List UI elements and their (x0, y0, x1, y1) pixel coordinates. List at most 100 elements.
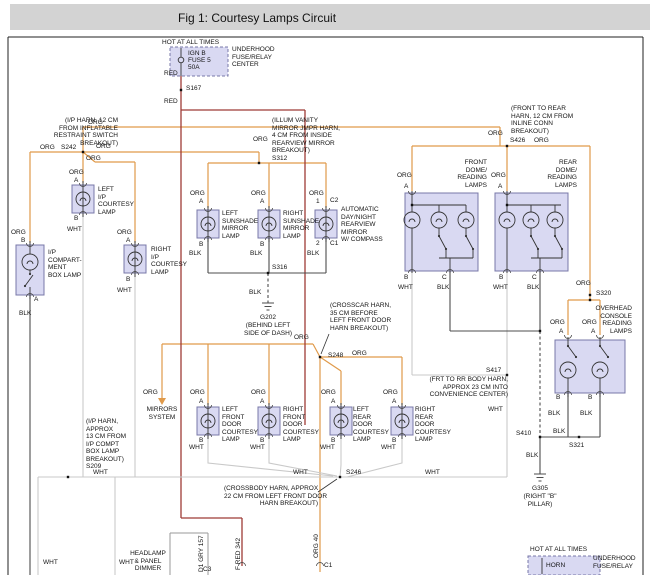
wire-label-org: ORG (383, 389, 398, 397)
wire-label-org: ORG (352, 350, 367, 358)
pin-label-a: A (74, 177, 78, 185)
pin-label-2: 2 (316, 240, 320, 248)
wire-label-org: ORG (321, 389, 336, 397)
wire-label-org: ORG (582, 319, 597, 327)
wire-label-wht: WHT (398, 284, 413, 292)
wire-label-blk: BLK (437, 284, 449, 292)
wire-label-org: ORG (88, 119, 103, 127)
wire-label-org: ORG (117, 229, 132, 237)
left-ip-courtesy-lamp-label: LEFT I/P COURTESY LAMP (98, 186, 134, 216)
note-ip-harn-2: (I/P HARN, APPROX 13 CM FROM I/P COMPT B… (86, 418, 126, 471)
wire-label-org: ORG (40, 144, 55, 152)
wire-label-wht: WHT (43, 559, 58, 567)
wire-label-blk: BLK (249, 289, 261, 297)
pin-label-a: A (126, 237, 130, 245)
pin-label-b: B (21, 237, 25, 245)
wire-label-org: ORG (251, 389, 266, 397)
pin-label-b: B (199, 241, 203, 249)
rear-dome-lamps-label: REAR DOME/ READING LAMPS (542, 159, 577, 189)
wire-label-wht: WHT (488, 406, 503, 414)
pin-label-a: A (199, 198, 203, 206)
front-dome-lamps-label: FRONT DOME/ READING LAMPS (452, 159, 487, 189)
wire-label-org: ORG (309, 190, 324, 198)
pin-label-a: A (260, 198, 264, 206)
left-front-door-lamp-label: LEFT FRONT DOOR COURTESY LAMP (222, 406, 258, 444)
ground-g202-location: (BEHIND LEFT SIDE OF DASH) (234, 322, 302, 337)
wire-label-wht: WHT (320, 444, 335, 452)
wire-label-org: ORG (491, 172, 506, 180)
note-frt-to-rr: (FRT TO RR BODY HARN, APPROX 23 CM INTO … (420, 376, 508, 399)
wire-label-org: ORG (534, 137, 549, 145)
ip-compartment-box-lamp-label: I/P COMPART- MENT BOX LAMP (48, 249, 82, 279)
underhood-center-label-2: UNDERHOOD FUSE/RELAY (593, 555, 636, 570)
wiring-diagram-page: Fig 1: Courtesy Lamps Circuit (0, 0, 650, 575)
hot-at-all-times-label: HOT AT ALL TIMES (162, 39, 219, 47)
wire-label-org: ORG (96, 143, 111, 151)
wire-label-wht: WHT (117, 287, 132, 295)
wire-label-blk: BLK (250, 250, 262, 258)
pin-label-b: B (74, 215, 78, 223)
wire-label-org: ORG (576, 280, 591, 288)
ground-g305: G305 (524, 485, 556, 493)
mirrors-system-arrow (158, 398, 166, 405)
wire-label-blk: BLK (19, 310, 31, 318)
pin-label-b: B (556, 394, 560, 402)
wire-label-org: ORG (397, 172, 412, 180)
wire-label-org: ORG (190, 389, 205, 397)
splice-s321: S321 (569, 442, 584, 450)
wire-label-org-40: ORG 40 (313, 534, 320, 558)
wire-label-wht: WHT (67, 226, 82, 234)
pin-label-a: A (404, 183, 408, 191)
horn-fuse-label: HORN (546, 562, 565, 570)
pin-label-a: A (331, 398, 335, 406)
pin-label-b: B (499, 274, 503, 282)
splice-s242: S242 (61, 144, 76, 152)
pin-label-a: A (498, 183, 502, 191)
splice-s320: S320 (596, 290, 611, 298)
hot-at-all-times-label: HOT AT ALL TIMES (530, 546, 587, 554)
left-sunshade-mirror-lamp-label: LEFT SUNSHADE MIRROR LAMP (222, 210, 258, 240)
wire-label-org: ORG (69, 169, 84, 177)
right-rear-door-lamp-label: RIGHT REAR DOOR COURTESY LAMP (415, 406, 451, 444)
splice-s316: S316 (272, 264, 287, 272)
ground-symbol-g305 (534, 474, 546, 481)
note-crossbody: (CROSSBODY HARN, APPROX 22 CM FROM LEFT … (224, 485, 318, 508)
wire-label-blk: BLK (553, 428, 565, 436)
note-front-to-rear: (FRONT TO REAR HARN, 12 CM FROM INLINE C… (511, 105, 573, 135)
wire-label-wht: WHT (250, 444, 265, 452)
underhood-center-label: UNDERHOOD FUSE/RELAY CENTER (232, 46, 275, 69)
wire-label-wht: WHT (93, 469, 108, 477)
mirrors-system-label: MIRRORS SYSTEM (138, 406, 186, 421)
wire-label-org: ORG (190, 190, 205, 198)
wire-label-blk: BLK (527, 284, 539, 292)
wire-label-org: ORG (550, 319, 565, 327)
connector-label-c2: C2 (330, 197, 338, 205)
connector-label-c1: C1 (330, 240, 338, 248)
headlamp-panel-dimmer-label: HEADLAMP & PANEL DIMMER (129, 550, 167, 573)
pin-label-c: C (532, 274, 537, 282)
wire-label-blk: BLK (548, 410, 560, 418)
wire-label-wht: WHT (493, 284, 508, 292)
splice-s410: S410 (516, 430, 531, 438)
pin-label-a: A (392, 398, 396, 406)
wire-label-org: ORG (11, 229, 26, 237)
splice-s417: S417 (486, 367, 501, 375)
pin-label-a: A (591, 328, 595, 336)
wire-label-red: RED (164, 70, 178, 78)
wire-label-blk: BLK (189, 250, 201, 258)
overhead-console-lamps-box (555, 340, 625, 393)
connector-label-c3: C3 (203, 566, 211, 574)
pin-label-a: A (199, 398, 203, 406)
wire-label-org: ORG (253, 136, 268, 144)
splice-s426: S426 (510, 137, 525, 145)
connector-label-c1: C1 (324, 562, 332, 570)
right-ip-courtesy-lamp-label: RIGHT I/P COURTESY LAMP (151, 246, 187, 276)
pin-label-a: A (34, 296, 38, 304)
right-sunshade-mirror-lamp-label: RIGHT SUNSHADE MIRROR LAMP (283, 210, 319, 240)
wire-label-wht: WHT (381, 444, 396, 452)
note-crosscar: (CROSSCAR HARN, 35 CM BEFORE LEFT FRONT … (330, 302, 391, 332)
wire-label-wht: WHT (425, 469, 440, 477)
pin-label-b: B (404, 274, 408, 282)
right-front-door-lamp-label: RIGHT FRONT DOOR COURTESY LAMP (283, 406, 319, 444)
pin-label-b: B (588, 394, 592, 402)
